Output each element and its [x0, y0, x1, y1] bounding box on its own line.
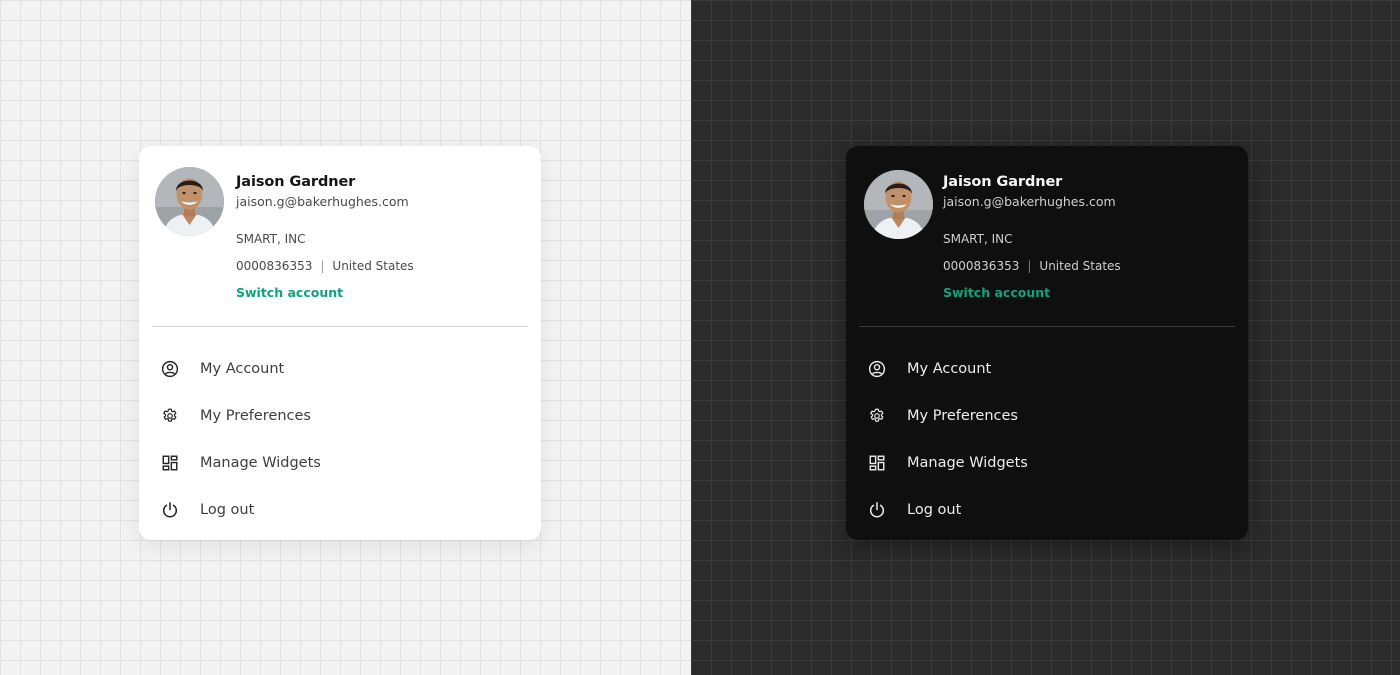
- widgets-grid-icon: [161, 454, 179, 472]
- account-details: 0000836353 | United States: [943, 258, 1121, 274]
- menu-item-label: My Preferences: [200, 407, 311, 424]
- menu-item-my-preferences[interactable]: My Preferences: [846, 392, 1248, 439]
- avatar: [155, 167, 224, 236]
- user-name: Jaison Gardner: [943, 174, 1063, 190]
- profile-menu: My Account My Preferences Manage Widgets…: [139, 345, 541, 533]
- account-details: 0000836353 | United States: [236, 258, 414, 274]
- gear-icon: [868, 407, 886, 425]
- menu-item-label: My Preferences: [907, 407, 1018, 424]
- menu-item-log-out[interactable]: Log out: [846, 486, 1248, 533]
- menu-item-label: Log out: [200, 501, 255, 518]
- divider: [859, 326, 1235, 327]
- separator: |: [320, 259, 325, 273]
- menu-item-label: Manage Widgets: [907, 454, 1028, 471]
- power-icon: [161, 501, 179, 519]
- user-email: jaison.g@bakerhughes.com: [943, 194, 1116, 209]
- account-number: 0000836353: [943, 259, 1020, 273]
- company-name: SMART, INC: [236, 232, 306, 246]
- avatar-photo: [864, 170, 933, 239]
- country: United States: [1039, 259, 1121, 273]
- menu-item-label: Log out: [907, 501, 962, 518]
- user-name: Jaison Gardner: [236, 174, 356, 190]
- account-number: 0000836353: [236, 259, 313, 273]
- menu-item-manage-widgets[interactable]: Manage Widgets: [139, 439, 541, 486]
- menu-item-log-out[interactable]: Log out: [139, 486, 541, 533]
- menu-item-label: My Account: [907, 360, 992, 377]
- country: United States: [332, 259, 414, 273]
- user-email: jaison.g@bakerhughes.com: [236, 194, 409, 209]
- divider: [152, 326, 528, 327]
- avatar-photo: [155, 167, 224, 236]
- user-circle-icon: [161, 360, 179, 378]
- power-icon: [868, 501, 886, 519]
- menu-item-label: Manage Widgets: [200, 454, 321, 471]
- menu-item-my-account[interactable]: My Account: [139, 345, 541, 392]
- light-theme-panel: Jaison Gardner jaison.g@bakerhughes.com …: [0, 0, 691, 675]
- profile-info: Jaison Gardner jaison.g@bakerhughes.com …: [943, 173, 1121, 301]
- switch-account-link[interactable]: Switch account: [236, 285, 414, 301]
- gear-icon: [161, 407, 179, 425]
- profile-menu-card: Jaison Gardner jaison.g@bakerhughes.com …: [846, 146, 1248, 540]
- switch-account-link[interactable]: Switch account: [943, 285, 1121, 301]
- menu-item-my-account[interactable]: My Account: [846, 345, 1248, 392]
- profile-info: Jaison Gardner jaison.g@bakerhughes.com …: [236, 173, 414, 301]
- separator: |: [1027, 259, 1032, 273]
- menu-item-my-preferences[interactable]: My Preferences: [139, 392, 541, 439]
- company-name: SMART, INC: [943, 232, 1013, 246]
- menu-item-manage-widgets[interactable]: Manage Widgets: [846, 439, 1248, 486]
- dark-theme-panel: Jaison Gardner jaison.g@bakerhughes.com …: [691, 0, 1400, 675]
- user-circle-icon: [868, 360, 886, 378]
- avatar: [864, 170, 933, 239]
- widgets-grid-icon: [868, 454, 886, 472]
- profile-menu-card: Jaison Gardner jaison.g@bakerhughes.com …: [139, 146, 541, 540]
- profile-menu: My Account My Preferences Manage Widgets…: [846, 345, 1248, 533]
- menu-item-label: My Account: [200, 360, 285, 377]
